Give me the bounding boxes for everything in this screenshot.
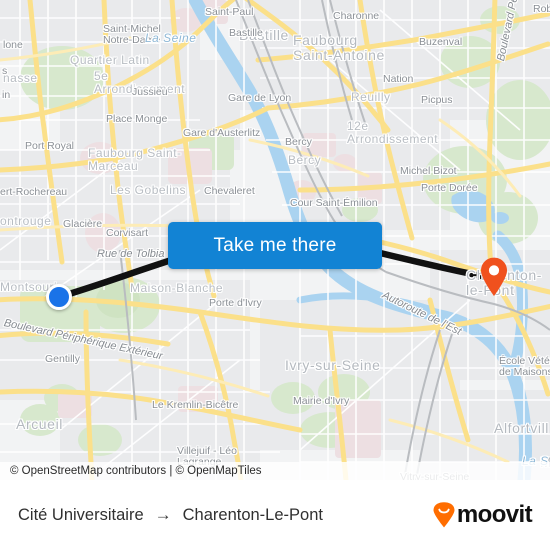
map-pin-icon [481, 257, 507, 296]
destination-marker-charenton-le-pont[interactable] [479, 257, 509, 297]
route-origin-label: Cité Universitaire [18, 505, 144, 524]
footer-bar: Cité Universitaire → Charenton-Le-Pont m… [0, 480, 550, 550]
moovit-pin-icon [433, 502, 455, 528]
attribution-text: © OpenStreetMap contributors | © OpenMap… [10, 465, 262, 477]
origin-marker-cite-universitaire[interactable] [46, 284, 72, 310]
take-me-there-button[interactable]: Take me there [168, 222, 382, 269]
moovit-logo[interactable]: moovit [432, 501, 533, 529]
map-attribution: © OpenStreetMap contributors | © OpenMap… [0, 462, 550, 480]
route-summary: Cité Universitaire → Charenton-Le-Pont [18, 505, 323, 525]
moovit-trip-map-screen: Saint-PaulCharonneBastilleRobespSaint-Mi… [0, 0, 550, 550]
arrow-right-icon: → [154, 505, 172, 524]
moovit-wordmark: moovit [456, 501, 533, 528]
route-destination-label: Charenton-Le-Pont [182, 505, 323, 524]
map-canvas[interactable]: Saint-PaulCharonneBastilleRobespSaint-Mi… [0, 0, 550, 480]
